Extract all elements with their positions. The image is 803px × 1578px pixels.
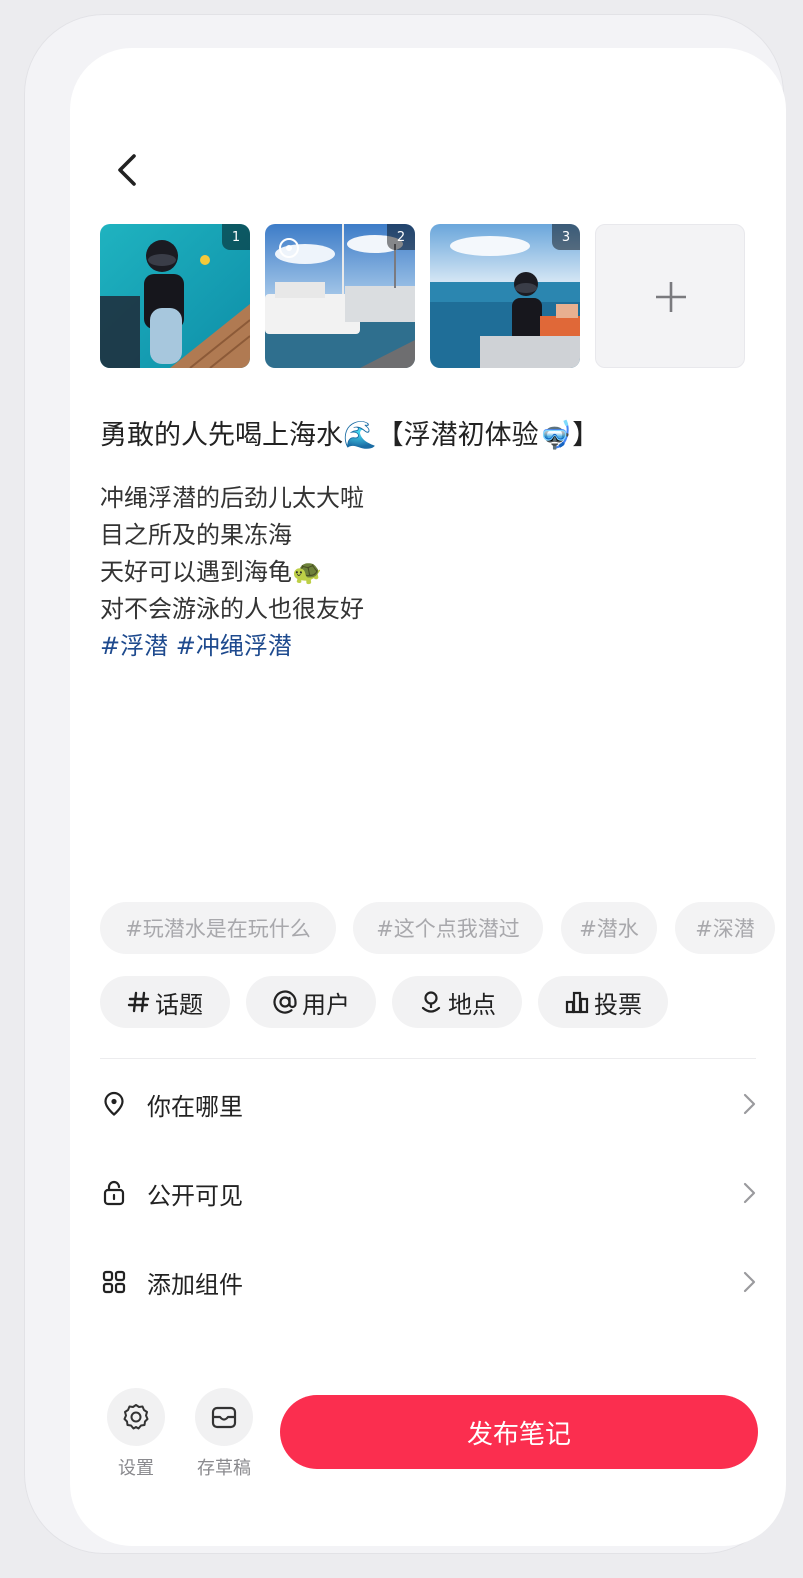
suggested-topic-chip[interactable]: #深潜 xyxy=(675,902,775,954)
add-photo-button[interactable] xyxy=(595,224,745,368)
note-line: 目之所及的果冻海 xyxy=(100,521,292,549)
add-vote-button[interactable]: 投票 xyxy=(538,976,668,1028)
chip-label: 用户 xyxy=(302,990,350,1019)
note-line: 对不会游泳的人也很友好 xyxy=(100,595,364,623)
at-icon xyxy=(273,990,297,1014)
plus-icon xyxy=(656,282,686,312)
location-icon xyxy=(421,991,441,1013)
chevron-right-icon xyxy=(743,1182,756,1204)
photo-thumbnail[interactable]: 2 xyxy=(265,224,415,368)
photo-index-badge: 2 xyxy=(387,224,415,250)
photo-thumbnail[interactable]: 1 xyxy=(100,224,250,368)
photo-strip: 1 2 3 xyxy=(100,224,760,370)
suggested-topic-chip[interactable]: #玩潜水是在玩什么 xyxy=(100,902,336,954)
settings-button[interactable]: 设置 xyxy=(100,1388,180,1488)
insert-topic-button[interactable]: 话题 xyxy=(100,976,230,1028)
publish-note-button[interactable]: 发布笔记 xyxy=(280,1395,758,1469)
photo-thumbnail[interactable]: 3 xyxy=(430,224,580,368)
vote-icon xyxy=(565,991,589,1014)
add-location-button[interactable]: 地点 xyxy=(392,976,522,1028)
note-title[interactable]: 勇敢的人先喝上海水🌊【浮潜初体验🤿】 xyxy=(100,413,760,452)
hashtag-link[interactable]: #浮潜 xyxy=(100,632,168,660)
note-tags: #浮潜 #冲绳浮潜 xyxy=(100,628,364,665)
grid-icon xyxy=(102,1270,126,1294)
inbox-icon xyxy=(211,1406,237,1429)
tool-circle xyxy=(107,1388,165,1446)
location-row[interactable]: 你在哪里 xyxy=(100,1074,760,1134)
row-label: 公开可见 xyxy=(147,1182,243,1210)
gear-icon xyxy=(123,1404,149,1430)
chip-label: 话题 xyxy=(155,990,203,1019)
back-button[interactable] xyxy=(110,148,150,192)
chevron-left-icon xyxy=(118,154,136,186)
mention-user-button[interactable]: 用户 xyxy=(246,976,376,1028)
note-body[interactable]: 冲绳浮潜的后劲儿太大啦 目之所及的果冻海 天好可以遇到海龟🐢 对不会游泳的人也很… xyxy=(100,480,364,665)
lock-icon xyxy=(103,1180,125,1206)
suggested-topic-chip[interactable]: #潜水 xyxy=(561,902,657,954)
row-label: 添加组件 xyxy=(147,1271,243,1299)
location-pin-icon xyxy=(104,1091,124,1116)
app-screen: 1 2 3 勇敢的人先喝上海水🌊【浮潜初体验🤿】 冲绳浮潜的后劲儿太大啦 目之所… xyxy=(70,48,786,1546)
tool-label: 存草稿 xyxy=(197,1458,251,1479)
photo-index-badge: 3 xyxy=(552,224,580,250)
note-line: 天好可以遇到海龟🐢 xyxy=(100,558,322,586)
photo-index-badge: 1 xyxy=(222,224,250,250)
chip-label: 地点 xyxy=(448,990,496,1019)
hash-icon xyxy=(127,991,150,1013)
save-draft-button[interactable]: 存草稿 xyxy=(188,1388,268,1488)
tool-label: 设置 xyxy=(118,1458,154,1479)
visibility-row[interactable]: 公开可见 xyxy=(100,1163,760,1223)
divider xyxy=(100,1058,756,1059)
row-label: 你在哪里 xyxy=(147,1093,243,1121)
note-line: 冲绳浮潜的后劲儿太大啦 xyxy=(100,484,364,512)
hashtag-link[interactable]: #冲绳浮潜 xyxy=(176,632,292,660)
add-component-row[interactable]: 添加组件 xyxy=(100,1252,760,1312)
chevron-right-icon xyxy=(743,1093,756,1115)
chip-label: 投票 xyxy=(594,990,642,1019)
chevron-right-icon xyxy=(743,1271,756,1293)
suggested-topic-chip[interactable]: #这个点我潜过 xyxy=(353,902,543,954)
tool-circle xyxy=(195,1388,253,1446)
device-frame: 1 2 3 勇敢的人先喝上海水🌊【浮潜初体验🤿】 冲绳浮潜的后劲儿太大啦 目之所… xyxy=(24,14,786,1554)
